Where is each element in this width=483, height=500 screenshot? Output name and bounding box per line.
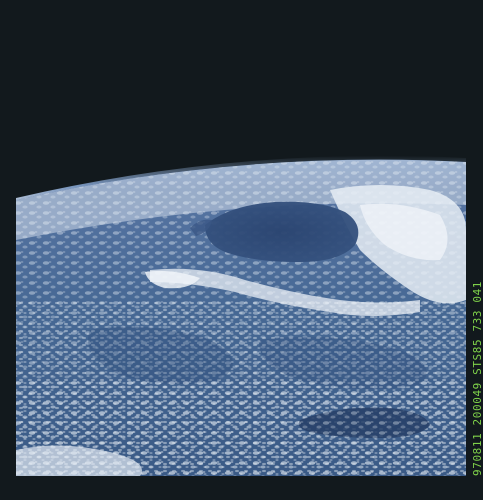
film-frame-imprint: 970811 200049 STS85 733 041 bbox=[471, 280, 483, 476]
earth-limb-photo bbox=[0, 0, 483, 500]
photo-frame: 970811 200049 STS85 733 041 bbox=[0, 0, 483, 500]
